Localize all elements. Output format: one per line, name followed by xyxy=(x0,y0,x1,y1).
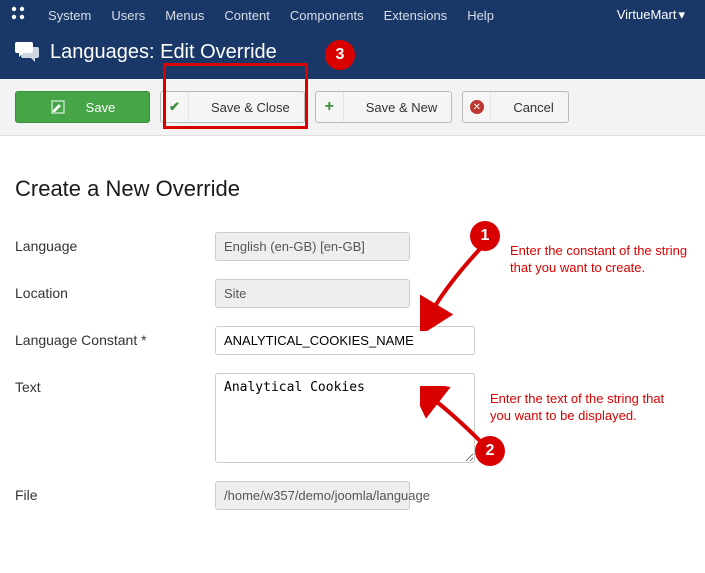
save-new-button[interactable]: + Save & New xyxy=(315,91,453,123)
save-close-label: Save & Close xyxy=(197,100,304,115)
menu-system[interactable]: System xyxy=(38,8,101,23)
text-input[interactable] xyxy=(215,373,475,463)
row-file: File /home/w357/demo/joomla/language xyxy=(15,481,690,510)
file-label: File xyxy=(15,481,215,510)
caret-down-icon: ▾ xyxy=(678,7,685,22)
menubar: System Users Menus Content Components Ex… xyxy=(0,0,705,30)
menu-users[interactable]: Users xyxy=(101,8,155,23)
cancel-button[interactable]: ✕ Cancel xyxy=(462,91,568,123)
menu-menus[interactable]: Menus xyxy=(155,8,214,23)
location-value: Site xyxy=(215,279,410,308)
save-button[interactable]: Save xyxy=(15,91,150,123)
language-label: Language xyxy=(15,232,215,261)
plus-icon: + xyxy=(316,92,344,122)
location-label: Location xyxy=(15,279,215,308)
page-heading: Create a New Override xyxy=(15,176,690,202)
titlebar: Languages: Edit Override 3 xyxy=(0,30,705,79)
toolbar: Save ✔ Save & Close + Save & New ✕ Cance… xyxy=(0,79,705,136)
cancel-label: Cancel xyxy=(499,100,567,115)
menu-components[interactable]: Components xyxy=(280,8,374,23)
annotation-text-2: Enter the text of the string that you wa… xyxy=(490,391,680,425)
pencil-square-icon xyxy=(44,92,72,122)
constant-input[interactable] xyxy=(215,326,475,355)
joomla-icon xyxy=(10,5,26,26)
menu-content[interactable]: Content xyxy=(214,8,280,23)
menu-help[interactable]: Help xyxy=(457,8,504,23)
row-location: Location Site xyxy=(15,279,690,308)
save-new-label: Save & New xyxy=(352,100,452,115)
menu-extensions[interactable]: Extensions xyxy=(374,8,458,23)
check-icon: ✔ xyxy=(161,92,189,122)
menu-virtuemart-label: VirtueMart xyxy=(617,7,677,22)
comments-icon xyxy=(14,40,40,65)
cancel-icon: ✕ xyxy=(463,92,491,122)
save-label: Save xyxy=(80,100,122,115)
menu-virtuemart[interactable]: VirtueMart▾ xyxy=(607,7,695,23)
annotation-text-1: Enter the constant of the string that yo… xyxy=(510,243,700,277)
page-title: Languages: Edit Override xyxy=(50,41,277,64)
constant-label: Language Constant * xyxy=(15,326,215,355)
text-label: Text xyxy=(15,373,215,463)
save-close-button[interactable]: ✔ Save & Close xyxy=(160,91,305,123)
language-value: English (en-GB) [en-GB] xyxy=(215,232,410,261)
row-constant: Language Constant * xyxy=(15,326,690,355)
content: Create a New Override Language English (… xyxy=(0,136,705,558)
file-value: /home/w357/demo/joomla/language xyxy=(215,481,410,510)
annotation-badge-3: 3 xyxy=(325,40,355,70)
